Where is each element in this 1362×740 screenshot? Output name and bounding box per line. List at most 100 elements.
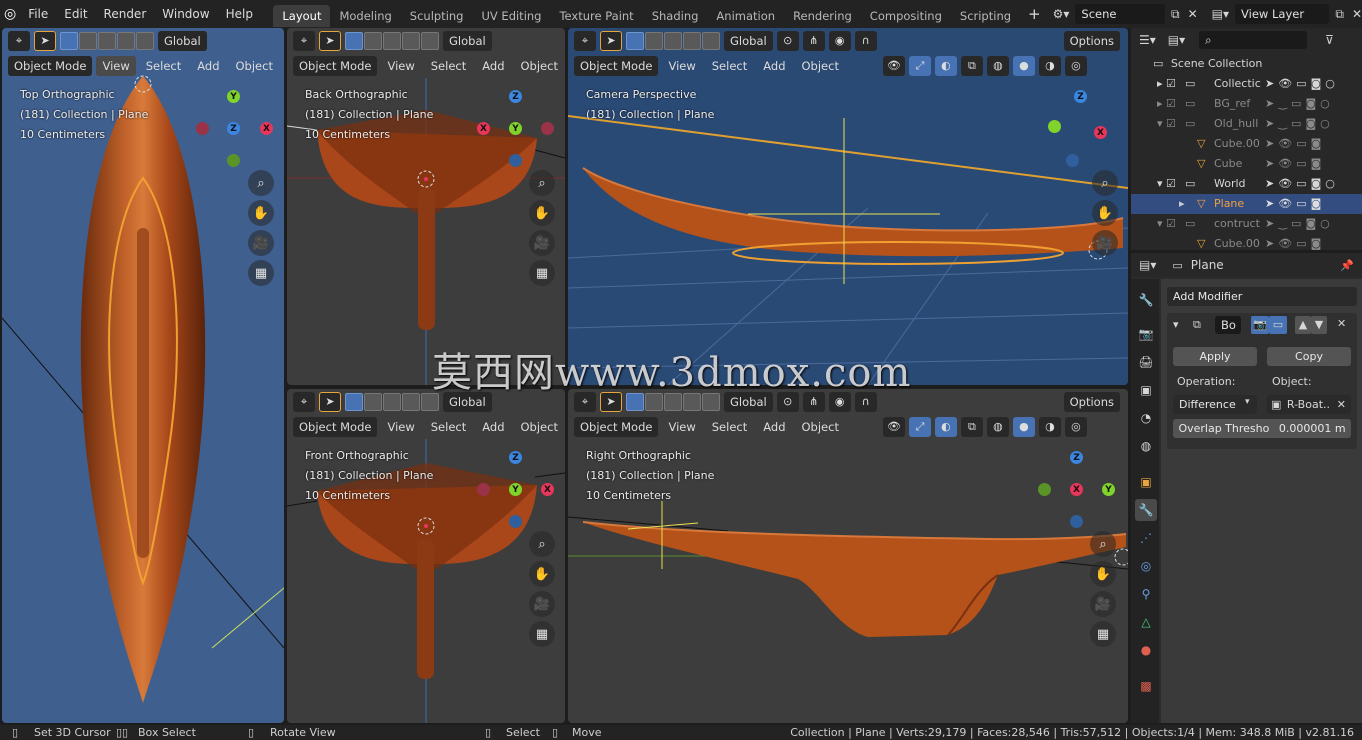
options-dropdown[interactable]: Options [1063, 391, 1120, 412]
row-toggle-icons[interactable]: ➤👁▭◙○ [1265, 74, 1339, 94]
add-menu[interactable]: Add [757, 417, 791, 437]
outliner-row[interactable]: ▾ ☑ ▭ Old_hull ➤‿▭◙○ [1131, 114, 1362, 134]
camera-view-icon[interactable]: 🎥 [248, 230, 274, 256]
rendered-shading-icon[interactable]: ◎ [1064, 416, 1087, 437]
ortho-grid-icon[interactable]: ▦ [529, 260, 555, 286]
zoom-icon[interactable]: ⌕ [1092, 170, 1118, 196]
overlay-toggle-icon[interactable]: ◐ [934, 55, 957, 76]
mode-dropdown[interactable]: Object Mode [8, 55, 93, 76]
menu-help[interactable]: Help [218, 0, 261, 28]
view-layer-tab-icon[interactable]: ▣ [1135, 379, 1157, 401]
move-up-icon[interactable]: ▲ [1295, 316, 1311, 334]
render-tab-icon[interactable]: 📷 [1135, 323, 1157, 345]
camera-view-icon[interactable]: 🎥 [529, 230, 555, 256]
axis-neg-z-gizmo[interactable] [509, 154, 522, 167]
menu-file[interactable]: File [20, 0, 56, 28]
menu-render[interactable]: Render [96, 0, 155, 28]
viewport-top-orthographic[interactable]: ⌖ ➤ Global Object Mode View Select Add O… [2, 28, 284, 723]
axis-neg-y-gizmo[interactable] [1038, 483, 1051, 496]
apply-button[interactable]: Apply [1173, 347, 1257, 366]
axis-y-gizmo[interactable]: Y [509, 483, 522, 496]
scene-selector[interactable]: Scene [1075, 4, 1166, 24]
view-menu[interactable]: View [662, 417, 701, 437]
scene-collection-row[interactable]: ▭ Scene Collection [1131, 54, 1362, 74]
select-tool-icon[interactable]: ➤ [34, 30, 56, 51]
modifier-tab-icon[interactable]: 🔧 [1135, 499, 1157, 521]
orientation-dropdown[interactable]: Global [158, 30, 207, 51]
wireframe-shading-icon[interactable]: ◍ [986, 416, 1009, 437]
axis-z-gizmo[interactable]: Z [509, 451, 522, 464]
add-menu[interactable]: Add [476, 417, 510, 437]
outliner-row[interactable]: ▾ ☑ ▭ World ➤👁▭◙○ [1131, 174, 1362, 194]
object-menu[interactable]: Object [796, 417, 845, 437]
viewport-right-orthographic[interactable]: ⌖ ➤ Global ⊙ ⋔ ◉ ∩ Options Object Mode V… [568, 389, 1128, 723]
axis-y-gizmo[interactable] [1048, 120, 1061, 133]
filter-icon[interactable]: ▤▾ [1168, 33, 1185, 47]
orientation-dropdown[interactable]: Global [443, 30, 492, 51]
view-menu[interactable]: View [662, 56, 701, 76]
menu-window[interactable]: Window [154, 0, 217, 28]
tab-compositing[interactable]: Compositing [861, 5, 951, 27]
tab-uv-editing[interactable]: UV Editing [472, 5, 550, 27]
view-layer-selector[interactable]: View Layer [1235, 4, 1330, 24]
overlay-toggle-icon[interactable]: ◐ [934, 416, 957, 437]
pan-hand-icon[interactable]: ✋ [529, 200, 555, 226]
collapse-arrow-icon[interactable]: ▾ [1173, 318, 1179, 331]
outliner-row[interactable]: ▸ ▽ Plane ➤👁▭◙ [1131, 194, 1362, 214]
delete-scene-icon[interactable]: ✕ [1188, 7, 1198, 21]
add-menu[interactable]: Add [476, 56, 510, 76]
object-menu[interactable]: Object [515, 56, 564, 76]
object-menu[interactable]: Object [230, 56, 279, 76]
material-shading-icon[interactable]: ◑ [1038, 55, 1061, 76]
mode-dropdown[interactable]: Object Mode [293, 416, 378, 437]
render-toggle-icon[interactable]: 📷 [1251, 316, 1269, 334]
axis-z-gizmo[interactable]: Z [1070, 451, 1083, 464]
modifier-name-field[interactable]: Bo [1215, 316, 1241, 334]
tab-layout[interactable]: Layout [273, 5, 331, 27]
properties-editor-icon[interactable]: ▤▾ [1139, 258, 1156, 272]
axis-neg-y-gizmo[interactable] [227, 154, 240, 167]
view-layer-icon[interactable]: ▤▾ [1212, 7, 1229, 21]
zoom-icon[interactable]: ⌕ [529, 170, 555, 196]
outliner-search-input[interactable]: ⌕ [1199, 31, 1308, 49]
axis-x-gizmo[interactable]: X [260, 122, 273, 135]
new-scene-icon[interactable]: ⧉ [1171, 7, 1180, 22]
object-menu[interactable]: Object [796, 56, 845, 76]
select-menu[interactable]: Select [425, 56, 472, 76]
select-mode-group[interactable] [345, 392, 439, 411]
axis-z-gizmo[interactable]: Z [509, 90, 522, 103]
row-toggle-icons[interactable]: ➤👁▭◙ [1265, 154, 1325, 174]
world-tab-icon[interactable]: ◍ [1135, 435, 1157, 457]
outliner-row[interactable]: ▽ Cube ➤👁▭◙ [1131, 154, 1362, 174]
select-mode-group[interactable] [626, 31, 720, 50]
tab-sculpting[interactable]: Sculpting [401, 5, 473, 27]
copy-button[interactable]: Copy [1267, 347, 1351, 366]
add-modifier-dropdown[interactable]: Add Modifier [1167, 287, 1357, 306]
options-dropdown[interactable]: Options [1063, 30, 1120, 51]
gizmo-toggle-icon[interactable]: ⤢ [908, 416, 931, 437]
row-toggle-icons[interactable]: ➤👁▭◙○ [1265, 174, 1339, 194]
blender-logo-icon[interactable]: ◎ [0, 6, 20, 22]
viewport-toggle-icon[interactable]: ▭ [1269, 316, 1287, 334]
editor-type-icon[interactable]: ⌖ [8, 30, 30, 51]
view-menu[interactable]: View [96, 55, 136, 76]
row-toggle-icons[interactable]: ➤👁▭◙ [1265, 234, 1325, 254]
orientation-dropdown[interactable]: Global [724, 30, 773, 51]
select-tool-icon[interactable]: ➤ [319, 30, 341, 51]
visibility-icon[interactable]: 👁 [882, 55, 905, 76]
camera-view-icon[interactable]: 🎥 [529, 591, 555, 617]
object-tab-icon[interactable]: ▣ [1135, 471, 1157, 493]
snap-icon[interactable]: ⋔ [802, 30, 825, 51]
delete-view-layer-icon[interactable]: ✕ [1352, 7, 1362, 21]
zoom-icon[interactable]: ⌕ [1090, 531, 1116, 557]
add-workspace-button[interactable]: + [1020, 0, 1049, 28]
tab-rendering[interactable]: Rendering [784, 5, 861, 27]
remove-modifier-icon[interactable]: ✕ [1337, 317, 1346, 330]
pan-hand-icon[interactable]: ✋ [1090, 561, 1116, 587]
select-tool-icon[interactable]: ➤ [600, 30, 622, 51]
overlap-threshold-field[interactable]: Overlap Thresho 0.000001 m [1173, 419, 1351, 438]
pin-icon[interactable]: 📌 [1340, 259, 1354, 272]
axis-x-gizmo[interactable]: X [541, 483, 554, 496]
scene-tab-icon[interactable]: ◔ [1135, 407, 1157, 429]
constraints-tab-icon[interactable]: ⚲ [1135, 583, 1157, 605]
